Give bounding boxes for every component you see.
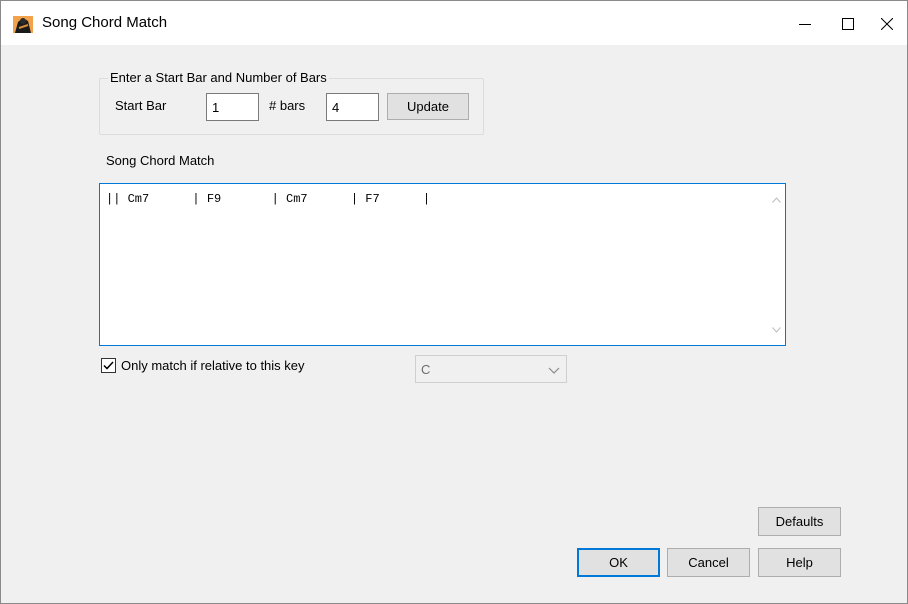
bars-input[interactable]: 4 (326, 93, 379, 121)
chord-match-text: || Cm7 | F9 | Cm7 | F7 | (106, 192, 431, 206)
dialog-body: Enter a Start Bar and Number of Bars Sta… (1, 45, 907, 603)
chevron-down-icon (548, 367, 560, 374)
vertical-scrollbar[interactable] (768, 184, 785, 345)
relative-key-label[interactable]: Only match if relative to this key (121, 358, 305, 373)
chord-match-textarea[interactable]: || Cm7 | F9 | Cm7 | F7 | (99, 183, 786, 346)
chevron-up-icon (772, 196, 781, 203)
update-button[interactable]: Update (387, 93, 469, 120)
key-select-value: C (421, 362, 431, 377)
ok-button[interactable]: OK (577, 548, 660, 577)
start-bar-input[interactable]: 1 (206, 93, 259, 121)
close-button[interactable] (867, 7, 907, 41)
song-chord-match-dialog: Song Chord Match Enter a Start Bar and N… (0, 0, 908, 604)
relative-key-checkbox[interactable] (101, 358, 116, 373)
title-bar[interactable]: Song Chord Match (1, 1, 907, 45)
bars-value: 4 (332, 100, 340, 115)
close-icon (881, 18, 893, 30)
maximize-icon (842, 18, 854, 30)
help-button[interactable]: Help (758, 548, 841, 577)
song-chord-match-label: Song Chord Match (106, 153, 215, 168)
window-title: Song Chord Match (42, 14, 168, 31)
bars-label: # bars (269, 98, 306, 113)
start-bar-label: Start Bar (115, 98, 167, 113)
chevron-down-icon (772, 326, 781, 333)
app-guitarist-icon (13, 16, 33, 33)
defaults-button[interactable]: Defaults (758, 507, 841, 536)
checkmark-icon (103, 361, 114, 370)
scroll-down-button[interactable] (771, 324, 782, 335)
minimize-button[interactable] (785, 7, 825, 41)
cancel-button[interactable]: Cancel (667, 548, 750, 577)
start-bar-value: 1 (212, 100, 220, 115)
maximize-button[interactable] (828, 7, 868, 41)
minimize-icon (799, 24, 811, 25)
key-select[interactable]: C (415, 355, 567, 383)
scroll-up-button[interactable] (771, 194, 782, 205)
range-group-legend: Enter a Start Bar and Number of Bars (108, 70, 329, 85)
